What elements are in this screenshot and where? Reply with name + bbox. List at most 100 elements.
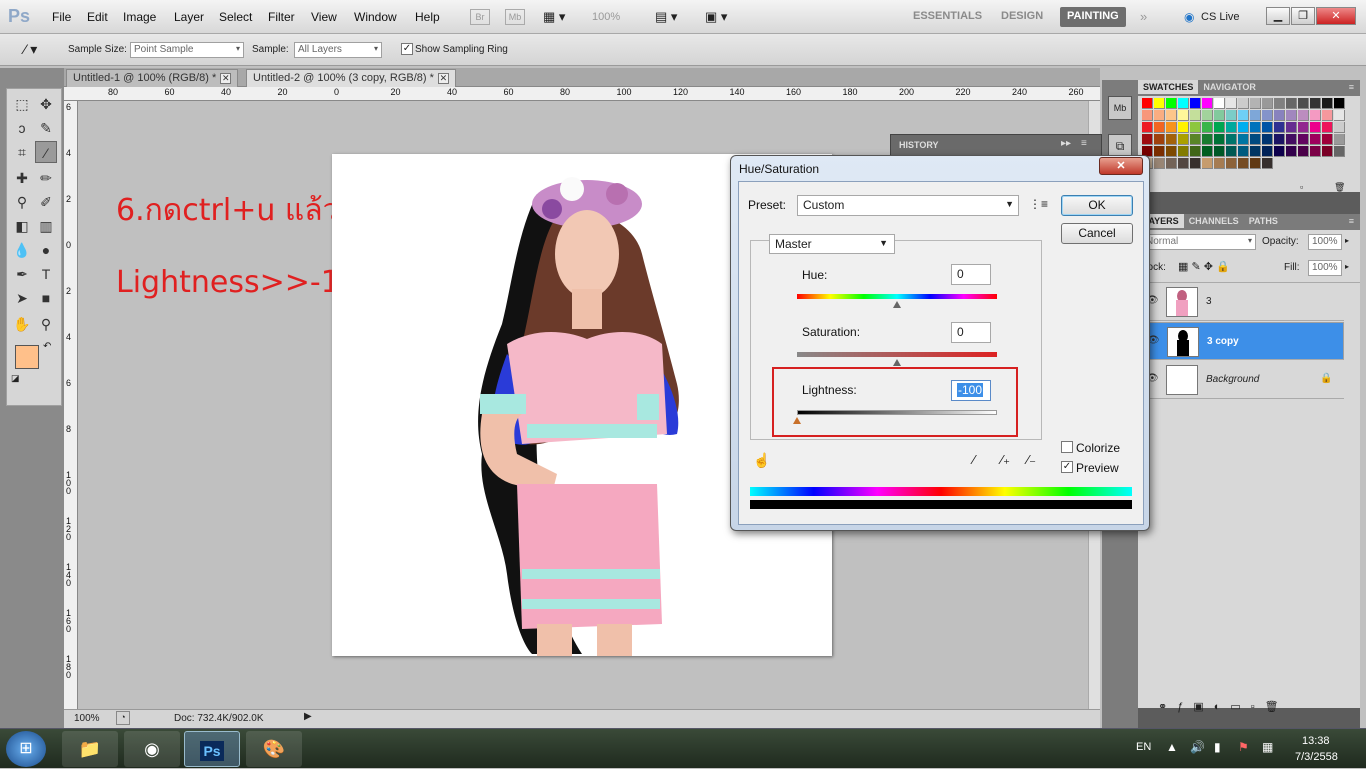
swatch[interactable]: [1310, 110, 1321, 121]
swatch[interactable]: [1322, 134, 1333, 145]
layer-row[interactable]: 👁 3: [1138, 283, 1344, 321]
subtract-eyedropper-icon[interactable]: ⁄₋: [1027, 452, 1036, 468]
menu-view[interactable]: View: [311, 10, 337, 24]
fill-arrow-icon[interactable]: ▸: [1345, 262, 1349, 271]
swatch[interactable]: [1262, 134, 1273, 145]
cancel-button[interactable]: Cancel: [1061, 223, 1133, 244]
delete-swatch-icon[interactable]: 🗑: [1334, 182, 1345, 193]
swatch[interactable]: [1274, 146, 1285, 157]
swatch[interactable]: [1298, 146, 1309, 157]
swatch[interactable]: [1262, 146, 1273, 157]
network-icon[interactable]: ▦: [1262, 740, 1273, 754]
swatch[interactable]: [1178, 122, 1189, 133]
swatch[interactable]: [1274, 98, 1285, 109]
swatch[interactable]: [1202, 122, 1213, 133]
start-button-icon[interactable]: ⊞: [6, 731, 46, 767]
swatch[interactable]: [1226, 122, 1237, 133]
swatch[interactable]: [1190, 134, 1201, 145]
swatch[interactable]: [1334, 146, 1345, 157]
swatch[interactable]: [1238, 146, 1249, 157]
dodge-tool-icon[interactable]: ●: [35, 239, 57, 261]
swatch[interactable]: [1286, 98, 1297, 109]
swatch[interactable]: [1154, 122, 1165, 133]
sample-select[interactable]: All Layers ▾: [294, 42, 382, 58]
bridge-button[interactable]: Br: [470, 9, 490, 25]
layer-row[interactable]: 👁 Background 🔒: [1138, 361, 1344, 399]
hue-field[interactable]: 0: [951, 264, 991, 285]
swatch[interactable]: [1190, 146, 1201, 157]
swatch[interactable]: [1190, 110, 1201, 121]
swatch[interactable]: [1322, 146, 1333, 157]
paint-icon[interactable]: 🎨: [246, 731, 302, 767]
blend-mode-select[interactable]: Normal ▾: [1142, 234, 1256, 250]
chrome-icon[interactable]: ◉: [124, 731, 180, 767]
lightness-slider[interactable]: [797, 410, 997, 415]
volume-icon[interactable]: 🔊: [1190, 740, 1205, 754]
swatch[interactable]: [1226, 110, 1237, 121]
swatch[interactable]: [1274, 134, 1285, 145]
history-brush-tool-icon[interactable]: ✐: [35, 191, 57, 213]
swatch[interactable]: [1166, 122, 1177, 133]
zoom-tool-icon[interactable]: ⚲: [35, 313, 57, 335]
marquee-tool-icon[interactable]: ⬚: [11, 93, 33, 115]
view-extras-icon[interactable]: ▦ ▾: [543, 9, 565, 25]
shape-tool-icon[interactable]: ■: [35, 287, 57, 309]
collapse-panel-icon[interactable]: ▸▸: [1061, 138, 1071, 149]
clock-date[interactable]: 7/3/2558: [1295, 751, 1338, 763]
move-tool-icon[interactable]: ✥: [35, 93, 57, 115]
swatch[interactable]: [1166, 158, 1177, 169]
preset-options-icon[interactable]: ⋮≡: [1029, 197, 1048, 211]
swatch[interactable]: [1178, 146, 1189, 157]
swatch[interactable]: [1190, 98, 1201, 109]
swatch[interactable]: [1310, 98, 1321, 109]
panel-menu-icon[interactable]: ≡: [1349, 82, 1354, 92]
saturation-slider-thumb[interactable]: [893, 359, 901, 366]
swatch[interactable]: [1274, 110, 1285, 121]
swatch[interactable]: [1214, 146, 1225, 157]
swatch[interactable]: [1310, 122, 1321, 133]
swatch[interactable]: [1250, 158, 1261, 169]
layers-footer-icons[interactable]: ⚭ƒ▣◐▭▫🗑: [1138, 700, 1360, 713]
workspace-essentials[interactable]: ESSENTIALS: [906, 7, 989, 27]
colorize-checkbox[interactable]: [1061, 441, 1073, 453]
type-tool-icon[interactable]: T: [35, 263, 57, 285]
pen-tool-icon[interactable]: ✒: [11, 263, 33, 285]
swatch[interactable]: [1298, 134, 1309, 145]
menu-image[interactable]: Image: [123, 10, 156, 24]
eyedropper-tool-preset-icon[interactable]: ⁄ ▾: [24, 41, 37, 58]
swatch[interactable]: [1142, 110, 1153, 121]
swatch[interactable]: [1238, 134, 1249, 145]
menu-window[interactable]: Window: [354, 10, 397, 24]
swatch[interactable]: [1250, 134, 1261, 145]
add-eyedropper-icon[interactable]: ⁄₊: [1001, 452, 1010, 468]
tab-paths[interactable]: PATHS: [1244, 214, 1283, 228]
close-button[interactable]: ✕: [1316, 7, 1356, 25]
swatch[interactable]: [1322, 110, 1333, 121]
swatch[interactable]: [1202, 98, 1213, 109]
dialog-close-button[interactable]: ✕: [1099, 157, 1143, 175]
workspace-design[interactable]: DESIGN: [994, 7, 1050, 27]
swatch[interactable]: [1214, 134, 1225, 145]
hue-slider-thumb[interactable]: [893, 301, 901, 308]
swatch[interactable]: [1334, 134, 1345, 145]
saturation-field[interactable]: 0: [951, 322, 991, 343]
lightness-slider-thumb[interactable]: [793, 417, 801, 424]
targeted-adjustment-hand-icon[interactable]: ☝: [753, 452, 770, 469]
swatch[interactable]: [1166, 98, 1177, 109]
crop-tool-icon[interactable]: ⌗: [11, 141, 33, 163]
swatch[interactable]: [1322, 98, 1333, 109]
mini-bridge-button[interactable]: Mb: [505, 9, 525, 25]
preset-select[interactable]: Custom ▼: [797, 195, 1019, 216]
swatch[interactable]: [1334, 110, 1345, 121]
swatch[interactable]: [1226, 158, 1237, 169]
swatch[interactable]: [1286, 122, 1297, 133]
swatch[interactable]: [1274, 122, 1285, 133]
swatch[interactable]: [1310, 146, 1321, 157]
status-zoom[interactable]: 100%: [74, 713, 100, 724]
swatch[interactable]: [1310, 134, 1321, 145]
menu-help[interactable]: Help: [415, 10, 440, 24]
mini-bridge-panel-icon[interactable]: Mb: [1108, 96, 1132, 120]
brush-tool-icon[interactable]: ✏: [35, 167, 57, 189]
panel-menu-icon[interactable]: ≡: [1349, 216, 1354, 226]
menu-file[interactable]: File: [52, 10, 71, 24]
